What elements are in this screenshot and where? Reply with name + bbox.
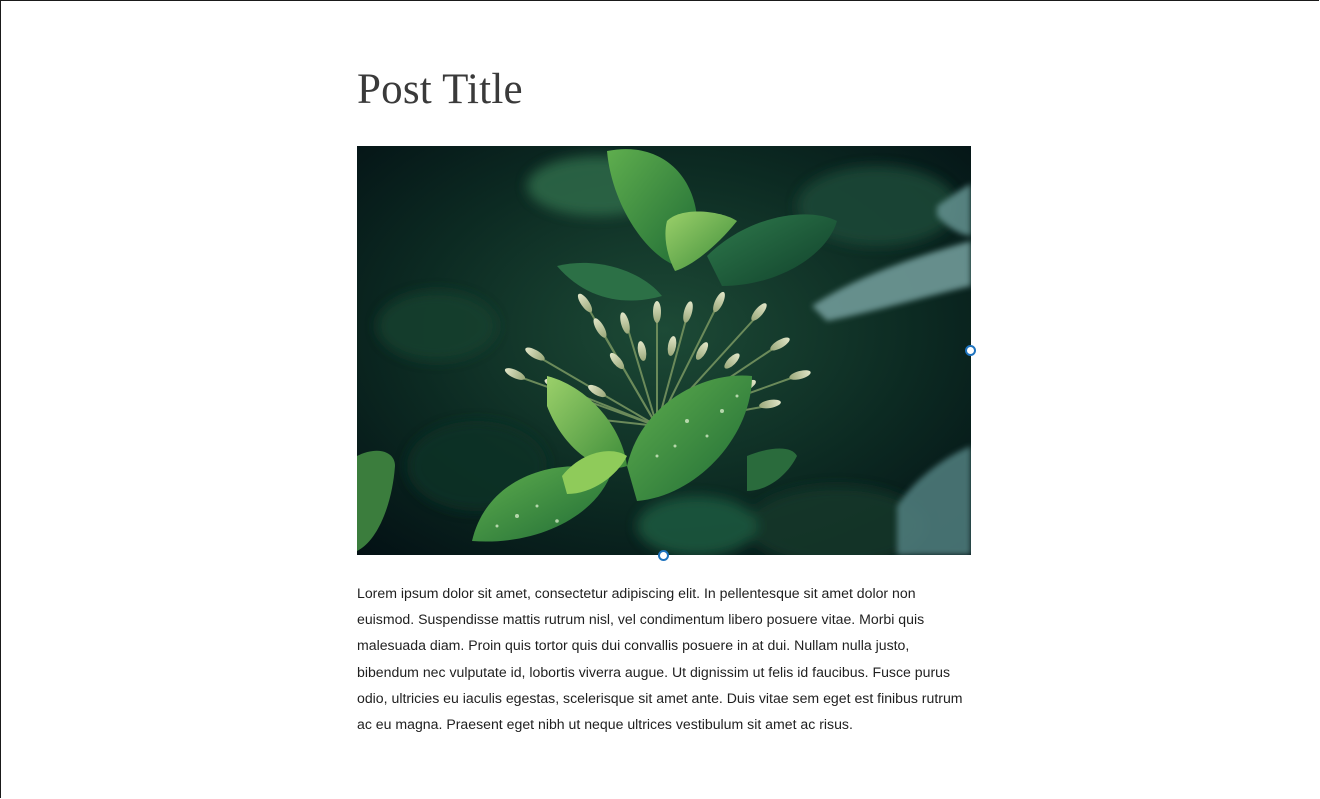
resize-handle-bottom[interactable]	[658, 550, 669, 561]
image-block[interactable]	[357, 146, 976, 561]
post-body-paragraph[interactable]: Lorem ipsum dolor sit amet, consectetur …	[357, 580, 971, 737]
post: Post Title Lorem ipsum dolor sit amet, c…	[357, 60, 976, 732]
post-title[interactable]: Post Title	[357, 60, 971, 120]
resize-handle-right[interactable]	[965, 345, 976, 356]
post-image[interactable]	[357, 146, 971, 555]
